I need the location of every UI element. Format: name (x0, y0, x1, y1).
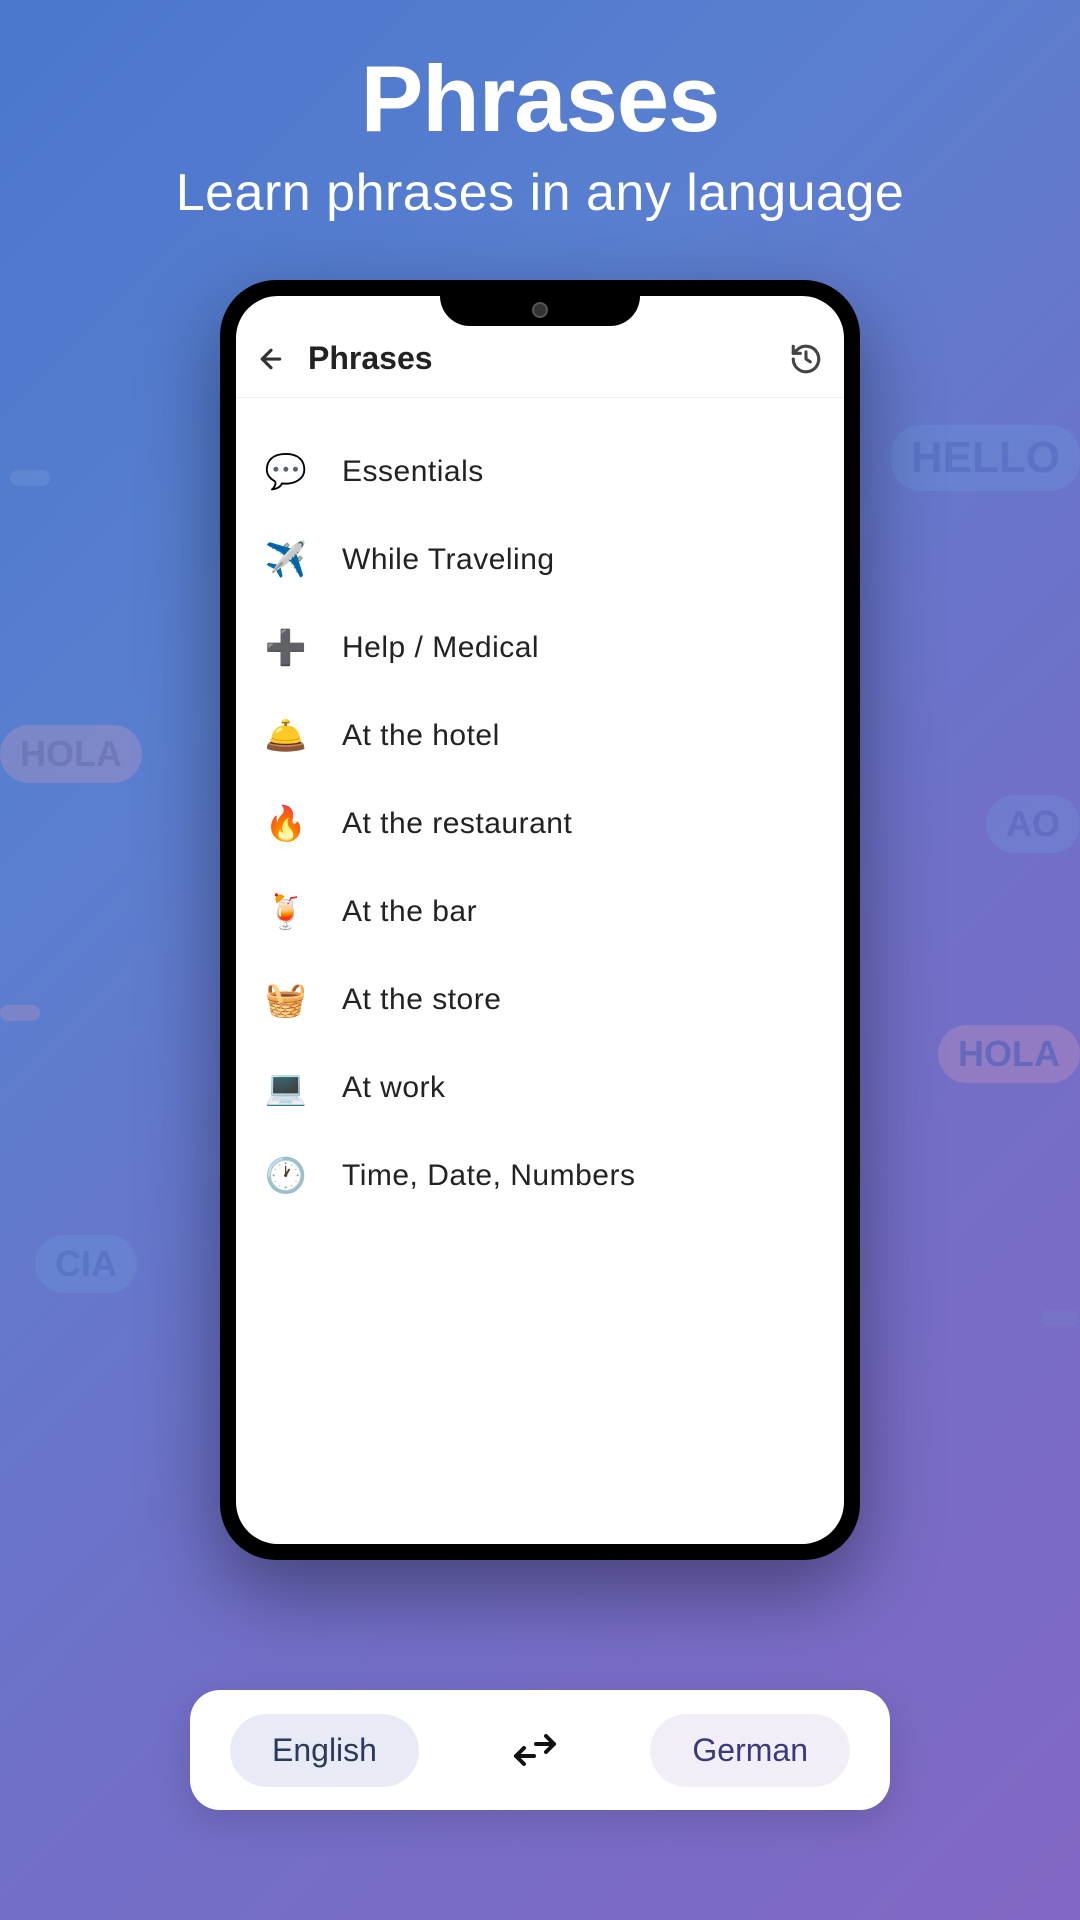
category-label: Time, Date, Numbers (342, 1159, 635, 1193)
category-hotel[interactable]: 🛎️ At the hotel (256, 692, 824, 780)
bg-bubble: CIA (35, 1235, 137, 1293)
category-restaurant[interactable]: 🔥 At the restaurant (256, 780, 824, 868)
bg-bubble: HELLO (891, 425, 1080, 491)
hero-section: Phrases Learn phrases in any language (0, 0, 1080, 223)
category-label: Help / Medical (342, 631, 539, 665)
target-language-button[interactable]: German (650, 1714, 850, 1787)
medical-icon: ➕ (266, 628, 306, 668)
bg-bubble (0, 1005, 40, 1021)
history-icon[interactable] (788, 341, 824, 377)
clock-icon: 🕐 (266, 1156, 306, 1196)
bbq-icon: 🔥 (266, 804, 306, 844)
laptop-icon: 💻 (266, 1068, 306, 1108)
phone-frame: Phrases 💬 Essentials ✈️ While Traveling … (220, 280, 860, 1560)
category-bar[interactable]: 🍹 At the bar (256, 868, 824, 956)
basket-icon: 🧺 (266, 980, 306, 1020)
hero-subtitle: Learn phrases in any language (0, 163, 1080, 223)
category-list: 💬 Essentials ✈️ While Traveling ➕ Help /… (236, 398, 844, 1250)
bg-bubble: AO (986, 795, 1080, 853)
phone-screen: Phrases 💬 Essentials ✈️ While Traveling … (236, 296, 844, 1544)
chat-icon: 💬 (266, 452, 306, 492)
category-traveling[interactable]: ✈️ While Traveling (256, 516, 824, 604)
bg-bubble (1040, 1310, 1080, 1326)
language-bar: English German (190, 1690, 890, 1810)
drink-icon: 🍹 (266, 892, 306, 932)
bg-bubble (10, 470, 50, 486)
category-label: At work (342, 1071, 446, 1105)
phone-camera (532, 302, 548, 318)
category-help-medical[interactable]: ➕ Help / Medical (256, 604, 824, 692)
category-store[interactable]: 🧺 At the store (256, 956, 824, 1044)
back-arrow-icon[interactable] (256, 344, 286, 374)
category-label: At the bar (342, 895, 477, 929)
source-language-button[interactable]: English (230, 1714, 419, 1787)
category-label: At the restaurant (342, 807, 572, 841)
hotel-bell-icon: 🛎️ (266, 716, 306, 756)
hero-title: Phrases (0, 45, 1080, 153)
category-label: Essentials (342, 455, 484, 489)
category-time-date[interactable]: 🕐 Time, Date, Numbers (256, 1132, 824, 1220)
bg-bubble: HOLA (0, 725, 142, 783)
category-label: At the hotel (342, 719, 500, 753)
page-title: Phrases (308, 340, 766, 377)
category-label: While Traveling (342, 543, 555, 577)
bg-bubble: HOLA (938, 1025, 1080, 1083)
swap-languages-icon[interactable] (510, 1730, 560, 1770)
plane-icon: ✈️ (266, 540, 306, 580)
category-essentials[interactable]: 💬 Essentials (256, 428, 824, 516)
category-work[interactable]: 💻 At work (256, 1044, 824, 1132)
category-label: At the store (342, 983, 501, 1017)
